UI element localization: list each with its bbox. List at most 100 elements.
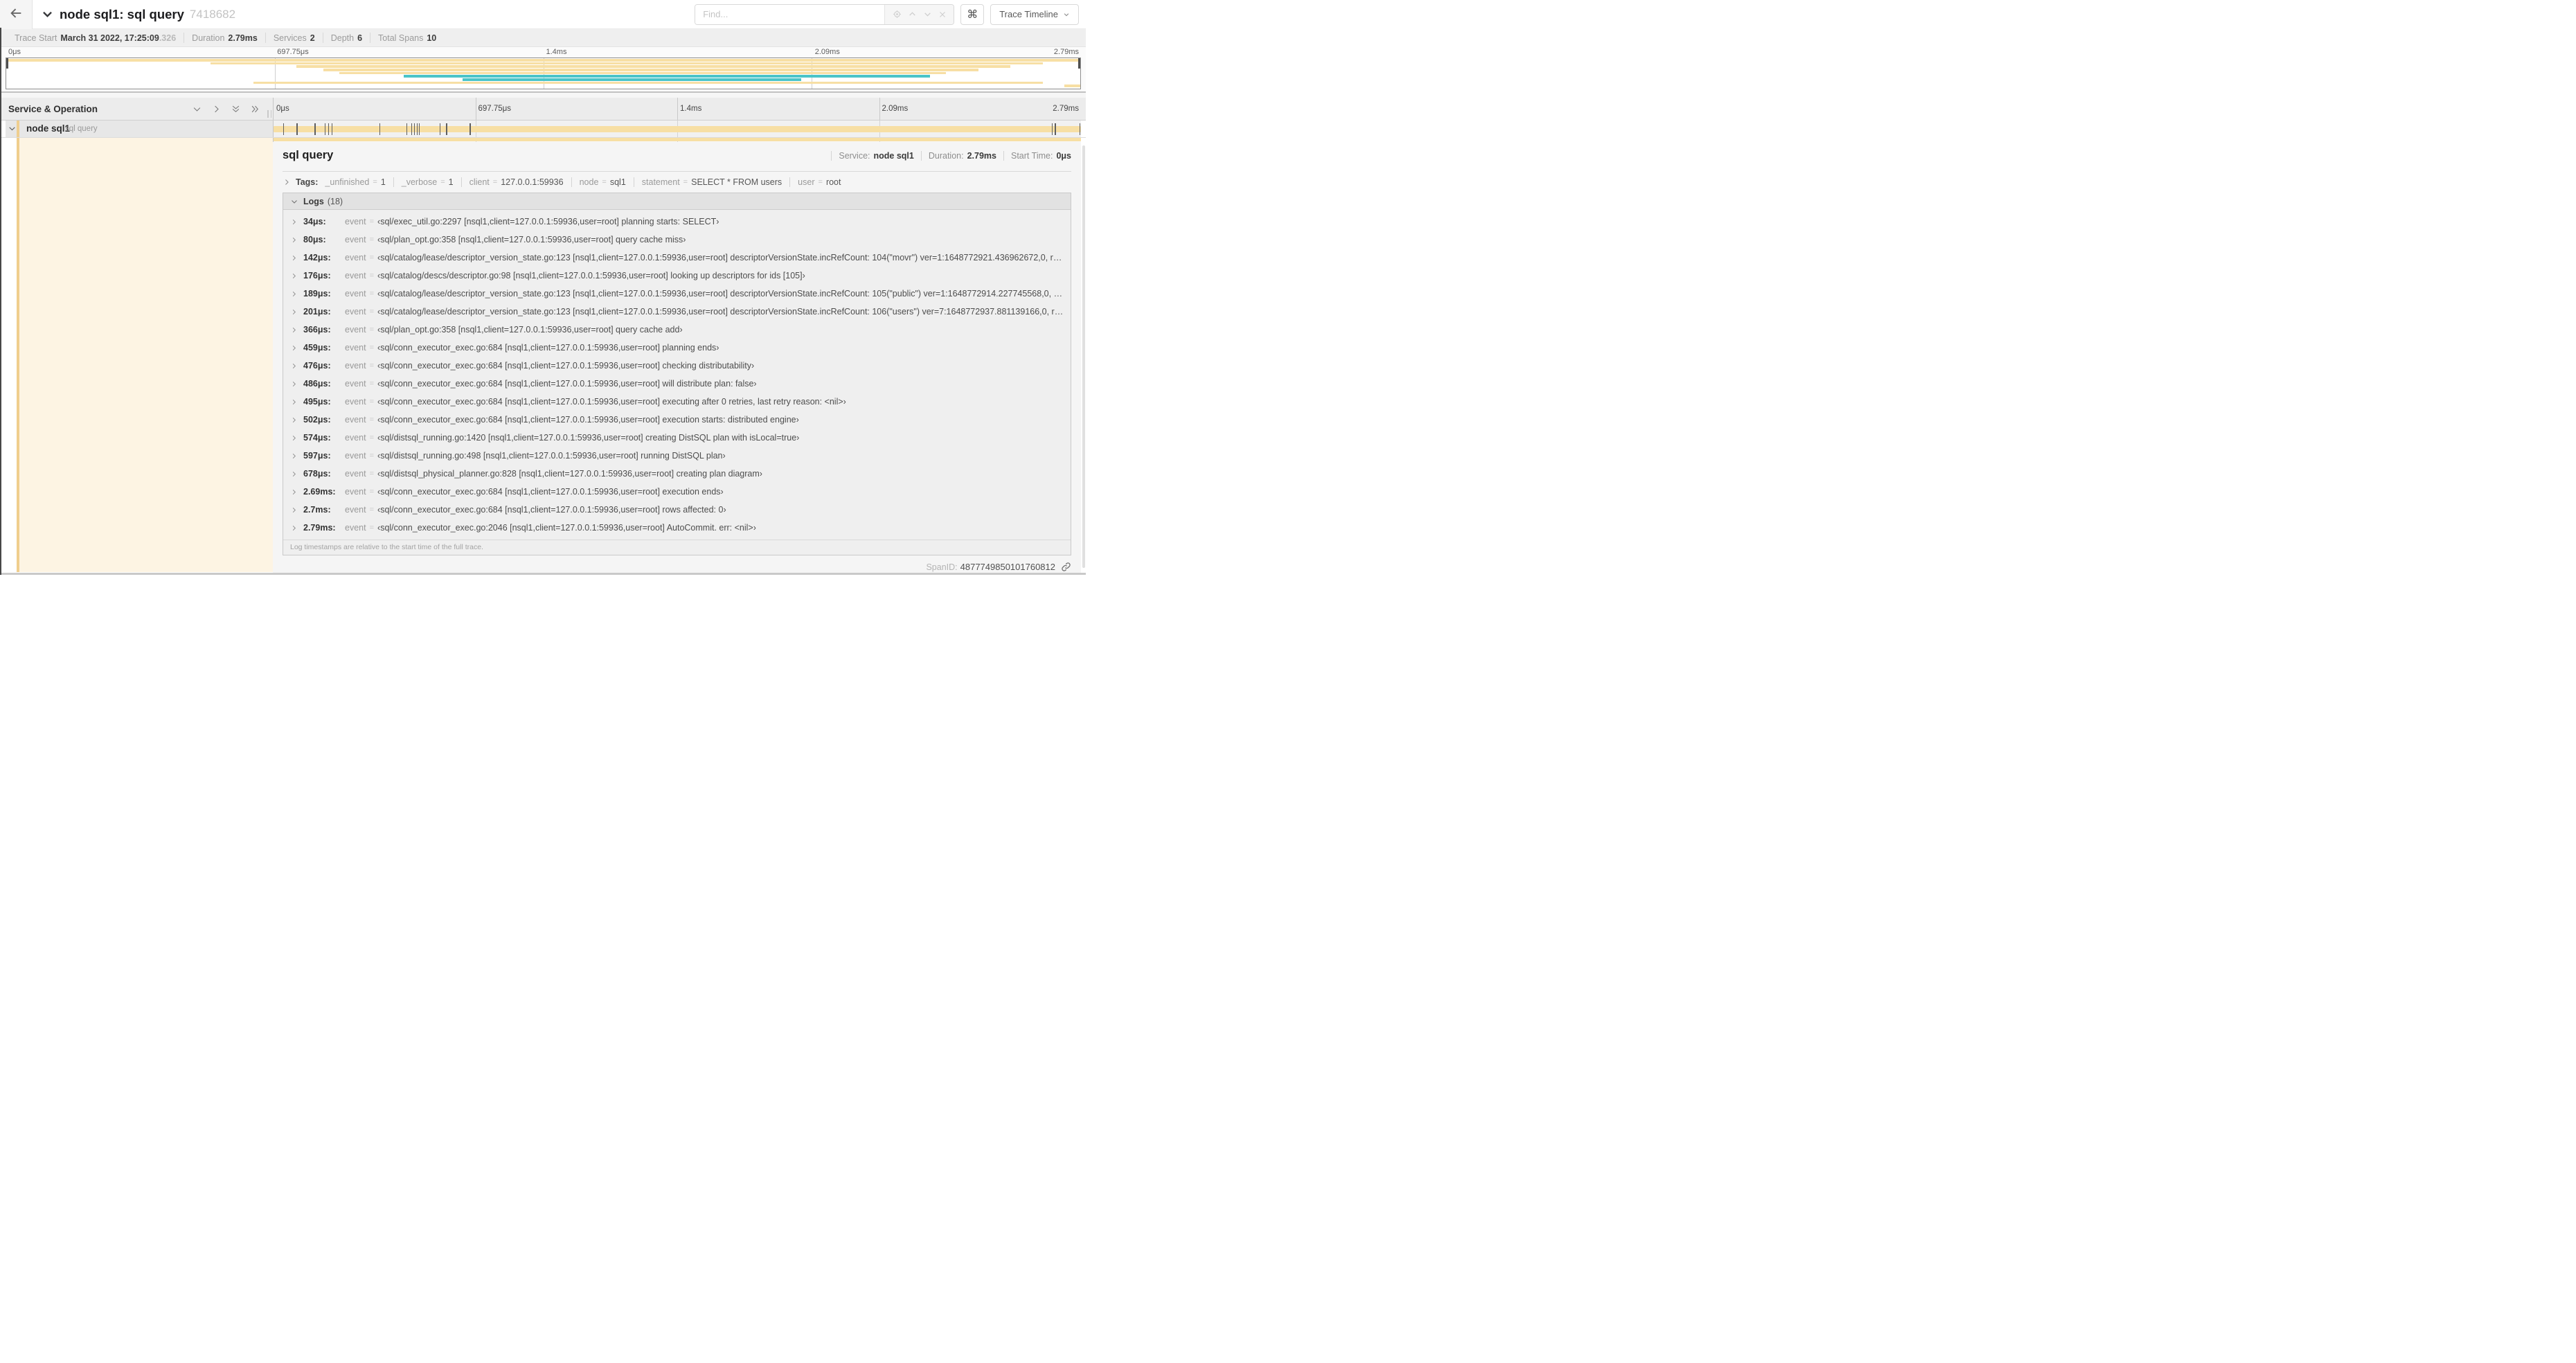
log-field-value: ‹sql/catalog/descs/descriptor.go:98 [nsq…: [377, 271, 805, 280]
detail-meta-value: 2.79ms: [967, 151, 996, 161]
log-field-key: event: [345, 271, 366, 280]
log-entry[interactable]: 2.7ms: event = ‹sql/conn_executor_exec.g…: [290, 501, 1064, 519]
log-expand-chevron-right-icon[interactable]: [290, 416, 298, 424]
log-entry[interactable]: 597μs: event = ‹sql/distsql_running.go:4…: [290, 447, 1064, 465]
logs-list: 34μs: event = ‹sql/exec_util.go:2297 [ns…: [283, 210, 1071, 540]
collapse-trace-chevron-down-icon[interactable]: [41, 8, 54, 21]
back-button[interactable]: [0, 0, 33, 29]
log-entry[interactable]: 459μs: event = ‹sql/conn_executor_exec.g…: [290, 339, 1064, 357]
find-next-chevron-down-icon[interactable]: [923, 10, 932, 19]
deep-link-icon[interactable]: [1061, 562, 1071, 572]
keyboard-shortcuts-button[interactable]: ⌘: [960, 3, 985, 25]
minimap-canvas[interactable]: [6, 57, 1081, 89]
log-entry[interactable]: 176μs: event = ‹sql/catalog/descs/descri…: [290, 267, 1064, 285]
log-expand-chevron-right-icon[interactable]: [290, 218, 298, 226]
detail-scrollbar[interactable]: [1082, 145, 1085, 568]
log-expand-chevron-right-icon[interactable]: [290, 272, 298, 280]
detail-meta-value: 0μs: [1056, 151, 1071, 161]
log-entry[interactable]: 34μs: event = ‹sql/exec_util.go:2297 [ns…: [290, 213, 1064, 231]
log-entry[interactable]: 574μs: event = ‹sql/distsql_running.go:1…: [290, 429, 1064, 447]
trace-meta-item: Depth 6: [323, 33, 371, 43]
log-expand-chevron-right-icon[interactable]: [290, 290, 298, 298]
log-entry[interactable]: 201μs: event = ‹sql/catalog/lease/descri…: [290, 303, 1064, 321]
minimap-right-scrub-handle[interactable]: [1078, 58, 1080, 69]
collapse-all-double-chevron-down-icon[interactable]: [231, 104, 241, 114]
minimap-left-scrub-handle[interactable]: [6, 58, 8, 69]
trace-title-group: node sql1: sql query 7418682: [41, 7, 235, 22]
log-entry[interactable]: 678μs: event = ‹sql/distsql_physical_pla…: [290, 465, 1064, 483]
log-entry[interactable]: 486μs: event = ‹sql/conn_executor_exec.g…: [290, 375, 1064, 393]
log-expand-chevron-right-icon[interactable]: [290, 524, 298, 532]
find-input[interactable]: [695, 4, 885, 24]
log-expand-chevron-right-icon[interactable]: [290, 452, 298, 460]
timeline-ruler: 0μs 697.75μs 1.4ms 2.09ms 2.79ms: [273, 98, 1081, 120]
log-field-key: event: [345, 487, 366, 497]
log-field-key: event: [345, 451, 366, 461]
log-tick-mark: [1052, 123, 1053, 135]
log-timestamp: 2.79ms:: [303, 523, 336, 533]
span-row-service-cell[interactable]: node sql1 sql query: [0, 121, 273, 137]
log-expand-chevron-right-icon[interactable]: [290, 308, 298, 316]
tags-label[interactable]: Tags:: [296, 177, 318, 187]
log-tick-mark: [406, 123, 407, 135]
section-divider: [0, 91, 1086, 98]
log-entry[interactable]: 502μs: event = ‹sql/conn_executor_exec.g…: [290, 411, 1064, 429]
logs-header[interactable]: Logs (18): [283, 193, 1071, 210]
find-prev-chevron-up-icon[interactable]: [908, 10, 917, 19]
log-equals: =: [369, 524, 375, 532]
column-resize-grip[interactable]: [267, 110, 271, 118]
expand-one-chevron-right-icon[interactable]: [211, 104, 222, 114]
log-entry[interactable]: 80μs: event = ‹sql/plan_opt.go:358 [nsql…: [290, 231, 1064, 249]
span-row-timeline-cell[interactable]: [273, 121, 1081, 137]
view-selector-button[interactable]: Trace Timeline: [990, 3, 1079, 25]
log-entry[interactable]: 189μs: event = ‹sql/catalog/lease/descri…: [290, 285, 1064, 303]
log-expand-chevron-right-icon[interactable]: [290, 254, 298, 262]
detail-meta-group: Service: node sql1: [831, 151, 921, 161]
log-entry[interactable]: 142μs: event = ‹sql/catalog/lease/descri…: [290, 249, 1064, 267]
log-field-key: event: [345, 469, 366, 479]
log-field-value: ‹sql/conn_executor_exec.go:684 [nsql1,cl…: [377, 379, 757, 389]
find-clear-close-icon[interactable]: [938, 10, 947, 19]
tag-value: root: [825, 177, 841, 187]
log-expand-chevron-right-icon[interactable]: [290, 344, 298, 352]
minimap-span-bar: [296, 65, 1011, 69]
expand-all-double-chevron-right-icon[interactable]: [250, 104, 260, 114]
trace-minimap: 0μs 697.75μs 1.4ms 2.09ms 2.79ms: [0, 47, 1086, 91]
log-field-key: event: [345, 217, 366, 226]
log-tick-mark: [416, 123, 418, 135]
log-expand-chevron-right-icon[interactable]: [290, 506, 298, 514]
log-equals: =: [369, 289, 375, 298]
log-expand-chevron-right-icon[interactable]: [290, 434, 298, 442]
meta-value: March 31 2022, 17:25:09: [60, 33, 159, 43]
locate-icon[interactable]: [893, 10, 902, 19]
span-duration-bar[interactable]: [274, 126, 1081, 132]
log-entry[interactable]: 495μs: event = ‹sql/conn_executor_exec.g…: [290, 393, 1064, 411]
span-row[interactable]: node sql1 sql query: [0, 121, 1086, 138]
log-expand-chevron-right-icon[interactable]: [290, 236, 298, 244]
log-equals: =: [369, 217, 375, 226]
log-expand-chevron-right-icon[interactable]: [290, 362, 298, 370]
minimap-span-bar: [403, 75, 930, 78]
trace-meta-bar: Trace Start March 31 2022, 17:25:09 .326…: [0, 29, 1086, 47]
log-entry[interactable]: 2.69ms: event = ‹sql/conn_executor_exec.…: [290, 483, 1064, 501]
log-expand-chevron-right-icon[interactable]: [290, 380, 298, 388]
minimap-span-bar: [1064, 84, 1080, 88]
left-edge-scrollbar[interactable]: [0, 28, 1, 575]
timeline-gridline: [677, 98, 678, 120]
tags-expand-chevron-right-icon[interactable]: [283, 178, 291, 186]
span-service-name: node sql1: [26, 123, 71, 134]
logs-collapse-chevron-down-icon: [290, 197, 298, 206]
span-operation-name: sql query: [65, 125, 98, 133]
log-field-value: ‹sql/conn_executor_exec.go:2046 [nsql1,c…: [377, 523, 756, 533]
log-entry[interactable]: 366μs: event = ‹sql/plan_opt.go:358 [nsq…: [290, 321, 1064, 339]
log-expand-chevron-right-icon[interactable]: [290, 398, 298, 406]
span-collapse-chevron-down-icon[interactable]: [8, 124, 17, 136]
log-expand-chevron-right-icon[interactable]: [290, 326, 298, 334]
log-expand-chevron-right-icon[interactable]: [290, 488, 298, 496]
timeline-tick-label: 697.75μs: [478, 105, 512, 113]
log-field-key: event: [345, 397, 366, 407]
log-expand-chevron-right-icon[interactable]: [290, 470, 298, 478]
log-entry[interactable]: 476μs: event = ‹sql/conn_executor_exec.g…: [290, 357, 1064, 375]
log-entry[interactable]: 2.79ms: event = ‹sql/conn_executor_exec.…: [290, 519, 1064, 537]
collapse-one-chevron-down-icon[interactable]: [192, 104, 202, 114]
